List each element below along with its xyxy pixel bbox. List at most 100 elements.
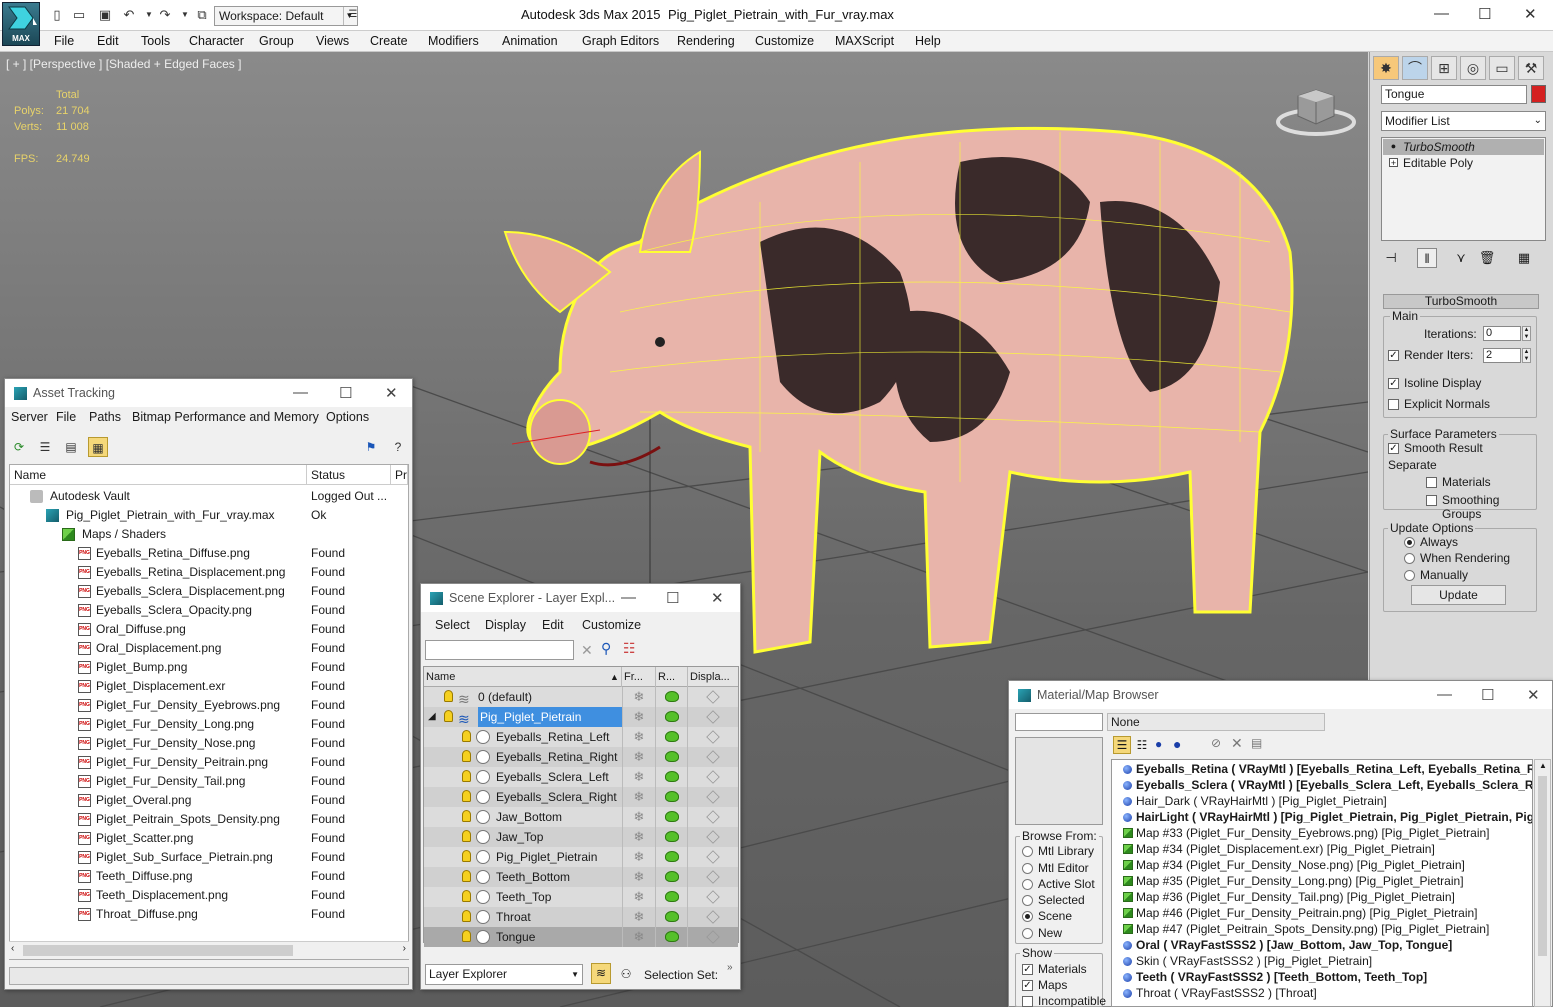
select-filter-icon[interactable]: ⚲ xyxy=(601,640,611,657)
light-bulb-icon[interactable] xyxy=(462,890,471,902)
layer-row[interactable]: Eyeballs_Retina_Right ❄ xyxy=(424,747,738,767)
freeze-cell[interactable]: ❄ xyxy=(622,827,656,847)
maximize-icon[interactable]: ☐ xyxy=(1478,5,1491,23)
close-icon[interactable]: ✕ xyxy=(385,384,398,402)
motion-tab-icon[interactable]: ◎ xyxy=(1460,56,1486,80)
menu-create[interactable]: Create xyxy=(370,34,408,48)
close-icon[interactable]: ✕ xyxy=(1524,5,1537,23)
refresh-icon[interactable]: ⟳ xyxy=(9,437,29,457)
redo-icon[interactable]: ↷ xyxy=(156,7,174,23)
undo-icon[interactable]: ↶ xyxy=(120,7,138,23)
list-item[interactable]: Eyeballs_Retina ( VRayMtl ) [Eyeballs_Re… xyxy=(1112,761,1532,777)
display-cell[interactable] xyxy=(688,787,738,807)
freeze-cell[interactable]: ❄ xyxy=(622,747,656,767)
new-file-icon[interactable]: ▯ xyxy=(48,7,66,23)
column-render[interactable]: R... xyxy=(656,667,688,687)
list-item[interactable]: Map #33 (Piglet_Fur_Density_Eyebrows.png… xyxy=(1112,825,1532,841)
layer-row[interactable]: Teeth_Top ❄ xyxy=(424,887,738,907)
list-item[interactable]: Map #47 (Piglet_Peitrain_Spots_Density.p… xyxy=(1112,921,1532,937)
modifier-list-dropdown[interactable]: Modifier List ⌄ xyxy=(1381,111,1546,131)
menu-file[interactable]: File xyxy=(54,34,74,48)
display-cell[interactable] xyxy=(688,707,738,727)
menu-display[interactable]: Display xyxy=(485,618,526,632)
freeze-cell[interactable]: ❄ xyxy=(622,707,656,727)
light-bulb-icon[interactable] xyxy=(462,910,471,922)
update-manually-radio[interactable] xyxy=(1404,570,1415,581)
freeze-cell[interactable]: ❄ xyxy=(622,767,656,787)
project-folder-icon[interactable]: ⧉ xyxy=(193,7,211,23)
menu-maxscript[interactable]: MAXScript xyxy=(835,34,894,48)
scroll-thumb[interactable] xyxy=(23,945,293,956)
render-cell[interactable] xyxy=(656,807,688,827)
table-row[interactable]: PNG Eyeballs_Sclera_Opacity.png Found xyxy=(10,601,408,620)
display-cell[interactable] xyxy=(688,827,738,847)
large-icons-icon[interactable]: ● xyxy=(1173,736,1181,752)
list-item[interactable]: HairLight ( VRayHairMtl ) [Pig_Piglet_Pi… xyxy=(1112,809,1532,825)
column-display[interactable]: Displa... xyxy=(688,667,738,687)
render-cell[interactable] xyxy=(656,767,688,787)
minimize-icon[interactable]: — xyxy=(621,589,636,606)
display-cell[interactable] xyxy=(688,727,738,747)
turbosmooth-rollout-header[interactable]: TurboSmooth xyxy=(1383,294,1539,309)
update-when-rendering-radio[interactable] xyxy=(1404,553,1415,564)
column-status[interactable]: Status xyxy=(307,465,391,485)
render-cell[interactable] xyxy=(656,867,688,887)
tree-view-icon[interactable]: ▤ xyxy=(61,437,81,457)
minimize-icon[interactable]: — xyxy=(1434,5,1449,22)
table-row[interactable]: Pig_Piglet_Pietrain_with_Fur_vray.max Ok xyxy=(10,506,408,525)
table-row[interactable]: PNG Eyeballs_Retina_Displacement.png Found xyxy=(10,563,408,582)
explorer-type-dropdown[interactable]: Layer Explorer ▼ xyxy=(425,964,583,985)
light-bulb-icon[interactable] xyxy=(462,750,471,762)
light-bulb-icon[interactable] xyxy=(444,690,453,702)
isoline-display-checkbox[interactable]: ✓ xyxy=(1388,378,1399,389)
hierarchy-mode-icon[interactable]: ⚇ xyxy=(616,964,636,984)
freeze-cell[interactable]: ❄ xyxy=(622,847,656,867)
render-iters-checkbox[interactable]: ✓ xyxy=(1388,350,1399,361)
freeze-cell[interactable]: ❄ xyxy=(622,887,656,907)
list-item[interactable]: Oral ( VRayFastSSS2 ) [Jaw_Bottom, Jaw_T… xyxy=(1112,937,1532,953)
minimize-icon[interactable]: — xyxy=(293,384,308,401)
configure-sets-icon[interactable]: ▦ xyxy=(1514,248,1534,268)
collapse-arrow-icon[interactable]: ◢ xyxy=(428,707,436,727)
menu-help[interactable]: Help xyxy=(915,34,941,48)
display-cell[interactable] xyxy=(688,907,738,927)
delete-icon[interactable]: ✕ xyxy=(1231,735,1243,752)
display-cell[interactable] xyxy=(688,867,738,887)
list-item[interactable]: Map #34 (Piglet_Fur_Density_Nose.png) [P… xyxy=(1112,857,1532,873)
list-item[interactable]: Map #35 (Piglet_Fur_Density_Long.png) [P… xyxy=(1112,873,1532,889)
layer-row[interactable]: Tongue ❄ xyxy=(424,927,738,947)
hierarchy-tab-icon[interactable]: ⊞ xyxy=(1431,56,1457,80)
menu-modifiers[interactable]: Modifiers xyxy=(428,34,479,48)
material-browser-titlebar[interactable]: Material/Map Browser — ☐ ✕ xyxy=(1009,681,1552,709)
browse-new-radio[interactable] xyxy=(1022,928,1033,939)
show-incompatible-checkbox[interactable] xyxy=(1022,996,1033,1007)
render-cell[interactable] xyxy=(656,707,688,727)
freeze-cell[interactable]: ❄ xyxy=(622,687,656,707)
menu-animation[interactable]: Animation xyxy=(502,34,558,48)
light-bulb-icon[interactable] xyxy=(462,810,471,822)
column-name[interactable]: Name xyxy=(424,667,622,687)
pin-stack-icon[interactable]: ⊣ xyxy=(1381,248,1401,268)
pick-icon[interactable]: ⊘ xyxy=(1211,736,1221,750)
render-cell[interactable] xyxy=(656,827,688,847)
browse-mtl-library-radio[interactable] xyxy=(1022,846,1033,857)
create-tab-icon[interactable]: ✸ xyxy=(1373,56,1399,80)
list-view-icon[interactable]: ☰ xyxy=(35,437,55,457)
table-row[interactable]: PNG Piglet_Fur_Density_Peitrain.png Found xyxy=(10,753,408,772)
browse-selected-radio[interactable] xyxy=(1022,895,1033,906)
layer-row[interactable]: Teeth_Bottom ❄ xyxy=(424,867,738,887)
display-cell[interactable] xyxy=(688,807,738,827)
select-list-icon[interactable]: ☷ xyxy=(623,640,636,657)
table-row[interactable]: PNG Piglet_Bump.png Found xyxy=(10,658,408,677)
horizontal-scrollbar[interactable]: ‹ › xyxy=(9,941,409,959)
menu-rendering[interactable]: Rendering xyxy=(677,34,735,48)
list-item[interactable]: Teeth ( VRayFastSSS2 ) [Teeth_Bottom, Te… xyxy=(1112,969,1532,985)
spinner-arrows-icon[interactable]: ▲ ▼ xyxy=(1522,348,1531,363)
menu-options[interactable]: Options xyxy=(326,410,369,424)
display-cell[interactable] xyxy=(688,887,738,907)
render-cell[interactable] xyxy=(656,927,688,947)
table-row[interactable]: PNG Piglet_Displacement.exr Found xyxy=(10,677,408,696)
table-row[interactable]: PNG Piglet_Fur_Density_Long.png Found xyxy=(10,715,408,734)
menu-select[interactable]: Select xyxy=(435,618,470,632)
viewport-label-menu[interactable]: [ + ] [Perspective ] [Shaded + Edged Fac… xyxy=(6,57,241,71)
